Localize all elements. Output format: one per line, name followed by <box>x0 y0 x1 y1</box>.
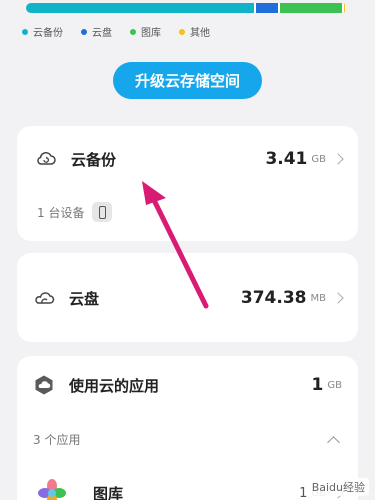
gallery-app-size: 1 <box>299 485 308 500</box>
legend-item-gallery: 图库 <box>130 24 161 39</box>
chevron-right-icon <box>332 153 344 165</box>
legend-item-other: 其他 <box>179 24 210 39</box>
legend-dot <box>81 28 87 35</box>
apps-count: 3 个应用 <box>33 433 81 447</box>
legend-label: 其他 <box>190 28 210 39</box>
apps-using-cloud-card[interactable]: 使用云的应用 1 GB 3 个应用 图库 1 GB <box>17 356 358 500</box>
legend-label: 云备份 <box>33 28 63 39</box>
storage-segment-other <box>343 3 347 13</box>
gallery-app-title: 图库 <box>93 484 124 500</box>
phone-icon <box>92 202 113 222</box>
legend-item-cloud-drive: 云盘 <box>81 24 112 39</box>
apps-using-cloud-row[interactable]: 使用云的应用 1 GB <box>33 372 342 398</box>
cloud-backup-title: 云备份 <box>71 150 117 169</box>
upgrade-storage-button[interactable]: 升级云存储空间 <box>113 62 262 99</box>
legend-dot <box>179 28 185 35</box>
storage-segment-gallery <box>279 3 344 13</box>
cloud-drive-card[interactable]: 云盘 374.38 MB <box>17 253 358 342</box>
device-count: 1 台设备 <box>37 205 85 220</box>
cloud-refresh-icon <box>35 148 57 170</box>
storage-legend: 云备份 云盘 图库 其他 <box>22 24 228 39</box>
cloud-drive-title: 云盘 <box>69 289 100 308</box>
apps-count-row[interactable]: 3 个应用 <box>33 431 340 449</box>
chevron-right-icon <box>332 292 344 304</box>
cloud-backup-card[interactable]: 云备份 3.41 GB 1 台设备 <box>17 126 358 241</box>
device-count-row[interactable]: 1 台设备 <box>37 202 113 222</box>
storage-segment-cloud-backup <box>26 3 256 13</box>
cloud-backup-unit: GB <box>311 153 326 165</box>
legend-item-cloud-backup: 云备份 <box>22 24 63 39</box>
apps-using-cloud-unit: GB <box>327 379 342 391</box>
legend-dot <box>130 28 136 35</box>
gallery-flower-icon <box>37 478 67 500</box>
cloud-drive-unit: MB <box>310 292 327 304</box>
legend-label: 云盘 <box>92 28 112 39</box>
watermark: Baidu经验 <box>307 478 369 496</box>
cloud-backup-row[interactable]: 云备份 3.41 GB <box>35 146 344 172</box>
storage-segment-cloud-drive <box>255 3 280 13</box>
apps-using-cloud-title: 使用云的应用 <box>69 376 160 395</box>
cloud-backup-size: 3.41 <box>265 149 308 169</box>
legend-dot <box>22 28 28 35</box>
chevron-up-icon[interactable] <box>327 435 340 449</box>
cloud-icon <box>33 287 55 309</box>
gallery-app-row[interactable]: 图库 1 GB <box>37 478 344 500</box>
cloud-hexagon-icon <box>33 374 55 396</box>
apps-using-cloud-size: 1 <box>311 375 324 395</box>
cloud-drive-size: 374.38 <box>240 288 307 308</box>
legend-label: 图库 <box>141 28 161 39</box>
storage-usage-bar <box>26 3 347 13</box>
cloud-drive-row[interactable]: 云盘 374.38 MB <box>33 285 344 311</box>
